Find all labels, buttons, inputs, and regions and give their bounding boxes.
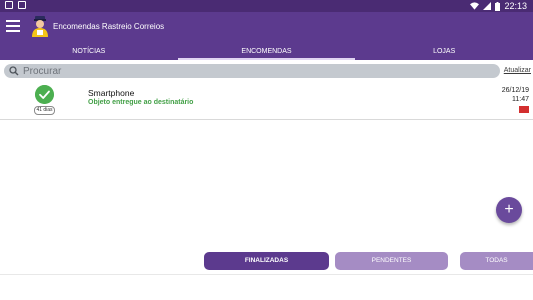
delivered-check-icon	[35, 85, 54, 104]
app-bar: Encomendas Rastreio Correios	[0, 12, 533, 43]
search-input[interactable]	[23, 65, 423, 77]
app-title: Encomendas Rastreio Correios	[53, 22, 165, 31]
signal-icon	[483, 2, 492, 10]
package-time: 11:47	[512, 96, 529, 103]
filter-bar: FINALIZADAS PENDENTES TODAS	[0, 251, 533, 273]
tab-lojas[interactable]: LOJAS	[355, 43, 533, 60]
filter-finalized-button[interactable]: FINALIZADAS	[204, 252, 329, 270]
status-bar: 22:13	[0, 0, 533, 12]
clock: 22:13	[504, 1, 527, 11]
android-notification-icon	[5, 1, 13, 9]
add-package-button[interactable]: +	[496, 197, 522, 223]
filter-pending-button[interactable]: PENDENTES	[335, 252, 448, 270]
package-date: 26/12/19	[501, 87, 529, 94]
china-flag-icon	[519, 106, 529, 113]
mail-carrier-logo-icon	[32, 16, 48, 37]
package-list-item[interactable]: 41 dias Smartphone Objeto entregue ao de…	[0, 82, 533, 120]
battery-icon	[495, 1, 501, 11]
tab-bar: NOTÍCIAS ENCOMENDAS LOJAS	[0, 43, 533, 60]
menu-icon[interactable]	[6, 20, 20, 32]
package-status: Objeto entregue ao destinatário	[88, 99, 194, 106]
app-notification-icon	[18, 1, 26, 9]
tab-encomendas[interactable]: ENCOMENDAS	[177, 43, 356, 60]
package-name: Smartphone	[88, 88, 135, 98]
filter-all-button[interactable]: TODAS	[460, 252, 533, 270]
notification-icons	[5, 1, 26, 9]
system-indicators: 22:13	[470, 0, 527, 12]
refresh-link[interactable]: Atualizar	[504, 67, 531, 74]
days-badge: 41 dias	[34, 106, 55, 115]
search-box[interactable]	[4, 64, 500, 78]
search-row: Atualizar	[0, 60, 533, 82]
bottom-area	[0, 274, 533, 300]
wifi-icon	[470, 2, 480, 10]
search-icon	[9, 66, 19, 76]
tab-noticias[interactable]: NOTÍCIAS	[0, 43, 178, 60]
